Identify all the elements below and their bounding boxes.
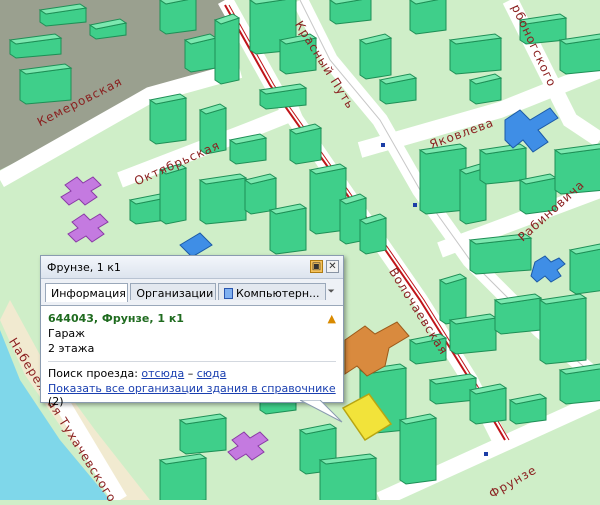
purple-building (227, 431, 269, 461)
building (214, 17, 240, 85)
building (399, 417, 437, 485)
route-label: Поиск проезда: (48, 367, 138, 380)
building (199, 177, 247, 225)
building (359, 37, 392, 80)
popup-titlebar[interactable]: Фрунзе, 1 к1 ▣ ✕ (41, 256, 343, 279)
show-organizations-link[interactable]: Показать все организации здания в справо… (48, 382, 336, 395)
popup-title: Фрунзе, 1 к1 (47, 260, 121, 274)
popup-pointer (300, 400, 343, 423)
warning-icon[interactable]: ▲ (328, 312, 336, 325)
tab-computer[interactable]: Компьютерн... (217, 283, 326, 300)
building (319, 457, 377, 500)
building (439, 277, 467, 325)
tabs-scroll-icon[interactable]: ⏷ (328, 283, 339, 305)
tab-computer-label: Компьютерн... (235, 287, 320, 300)
divider (48, 361, 336, 362)
blue-building (504, 107, 559, 153)
org-count: (2) (48, 395, 64, 408)
route-from-link[interactable]: отсюда (141, 367, 184, 380)
orgs-row: Показать все организации здания в справо… (48, 382, 336, 408)
building (149, 97, 187, 145)
route-to-link[interactable]: сюда (197, 367, 227, 380)
building-info-popup: Фрунзе, 1 к1 ▣ ✕ Информация Организации … (40, 255, 344, 408)
building (419, 147, 467, 215)
building (359, 217, 387, 255)
purple-building (67, 213, 109, 243)
monitor-icon (223, 288, 233, 299)
building (569, 248, 600, 295)
blue-building (530, 255, 566, 283)
blue-building (179, 232, 213, 258)
close-icon[interactable]: ✕ (326, 260, 339, 273)
building-floors: 2 этажа (48, 342, 95, 355)
building (269, 207, 307, 255)
building-address: 644043, Фрунзе, 1 к1 (48, 312, 184, 325)
building (539, 297, 587, 365)
tab-info[interactable]: Информация (45, 283, 129, 302)
route-row: Поиск проезда: отсюда – сюда (48, 367, 336, 380)
route-dash: – (187, 367, 194, 380)
popup-body: 644043, Фрунзе, 1 к1 ▲ Гараж 2 этажа Пои… (41, 306, 343, 414)
pin-icon[interactable]: ▣ (310, 260, 323, 273)
purple-building (60, 176, 102, 206)
building (409, 0, 447, 35)
building-type: Гараж (48, 327, 86, 340)
tab-organizations[interactable]: Организации (130, 283, 216, 300)
popup-tabs: Информация Организации Компьютерн... ⏷ (41, 279, 343, 306)
building (159, 0, 197, 35)
